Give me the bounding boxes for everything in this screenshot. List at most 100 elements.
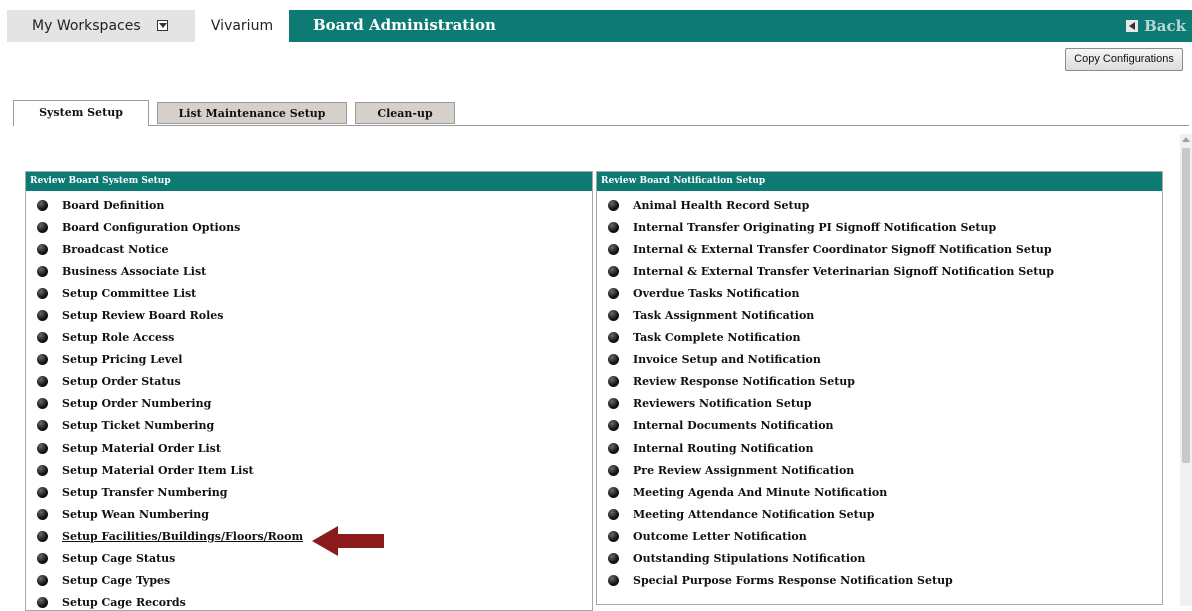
list-item-link[interactable]: Animal Health Record Setup <box>633 199 809 212</box>
list-item[interactable]: Setup Material Order Item List <box>26 459 592 481</box>
my-workspaces-label: My Workspaces <box>32 18 141 34</box>
scrollbar[interactable] <box>1180 134 1192 606</box>
list-item[interactable]: Internal Routing Notification <box>597 437 1162 459</box>
bullet-icon <box>608 442 619 454</box>
list-item[interactable]: Setup Order Status <box>26 371 592 393</box>
list-item-link[interactable]: Outcome Letter Notification <box>633 530 807 543</box>
dropdown-icon[interactable] <box>157 20 168 31</box>
list-item-link[interactable]: Reviewers Notification Setup <box>633 397 812 410</box>
bullet-icon <box>608 508 619 520</box>
list-item-link[interactable]: Internal & External Transfer Coordinator… <box>633 243 1052 256</box>
list-item[interactable]: Setup Wean Numbering <box>26 503 592 525</box>
review-board-notification-setup-panel: Review Board Notification Setup Animal H… <box>596 171 1163 605</box>
back-arrow-icon <box>1126 20 1139 32</box>
list-item[interactable]: Internal & External Transfer Veterinaria… <box>597 260 1162 282</box>
list-item-link[interactable]: Setup Review Board Roles <box>62 309 223 322</box>
list-item[interactable]: Pre Review Assignment Notification <box>597 459 1162 481</box>
bullet-icon <box>37 332 48 344</box>
list-item-link[interactable]: Setup Cage Types <box>62 574 170 587</box>
list-item[interactable]: Reviewers Notification Setup <box>597 393 1162 415</box>
list-item[interactable]: Setup Material Order List <box>26 437 592 459</box>
bullet-icon <box>37 464 48 476</box>
list-item[interactable]: Review Response Notification Setup <box>597 371 1162 393</box>
list-item-link[interactable]: Meeting Agenda And Minute Notification <box>633 486 887 499</box>
list-item-link[interactable]: Pre Review Assignment Notification <box>633 464 854 477</box>
bullet-icon <box>608 553 619 565</box>
list-item-link[interactable]: Task Assignment Notification <box>633 309 814 322</box>
list-item-link[interactable]: Board Definition <box>62 199 164 212</box>
list-item[interactable]: Animal Health Record Setup <box>597 194 1162 216</box>
list-item-link[interactable]: Setup Transfer Numbering <box>62 486 227 499</box>
list-item[interactable]: Setup Ticket Numbering <box>26 415 592 437</box>
scroll-up-icon[interactable] <box>1182 137 1190 142</box>
list-item[interactable]: Setup Facilities/Buildings/Floors/Room <box>26 525 592 547</box>
back-label: Back <box>1144 17 1186 35</box>
list-item-link[interactable]: Internal Documents Notification <box>633 419 834 432</box>
bullet-icon <box>608 398 619 410</box>
list-item[interactable]: Special Purpose Forms Response Notificat… <box>597 570 1162 592</box>
list-item-link[interactable]: Setup Ticket Numbering <box>62 419 214 432</box>
list-item[interactable]: Setup Committee List <box>26 282 592 304</box>
list-item-link[interactable]: Internal & External Transfer Veterinaria… <box>633 265 1054 278</box>
list-item[interactable]: Setup Cage Types <box>26 570 592 592</box>
list-item-link[interactable]: Setup Facilities/Buildings/Floors/Room <box>62 530 303 543</box>
list-item-link[interactable]: Board Configuration Options <box>62 221 240 234</box>
vivarium-tab[interactable]: Vivarium <box>195 10 289 42</box>
list-item[interactable]: Broadcast Notice <box>26 238 592 260</box>
copy-configurations-button[interactable]: Copy Configurations <box>1065 48 1183 71</box>
back-button[interactable]: Back <box>1126 17 1186 35</box>
list-item-link[interactable]: Outstanding Stipulations Notification <box>633 552 865 565</box>
tab-clean-up[interactable]: Clean-up <box>355 102 455 124</box>
list-item[interactable]: Outcome Letter Notification <box>597 525 1162 547</box>
list-item-link[interactable]: Business Associate List <box>62 265 206 278</box>
list-item[interactable]: Task Assignment Notification <box>597 304 1162 326</box>
list-item[interactable]: Meeting Agenda And Minute Notification <box>597 481 1162 503</box>
list-item[interactable]: Meeting Attendance Notification Setup <box>597 503 1162 525</box>
tab-system-setup[interactable]: System Setup <box>13 100 149 126</box>
page-title: Board Administration <box>313 16 496 34</box>
list-item-link[interactable]: Meeting Attendance Notification Setup <box>633 508 874 521</box>
list-item-link[interactable]: Overdue Tasks Notification <box>633 287 799 300</box>
list-item-link[interactable]: Internal Routing Notification <box>633 442 813 455</box>
list-item[interactable]: Board Configuration Options <box>26 216 592 238</box>
list-item-link[interactable]: Setup Material Order List <box>62 442 221 455</box>
list-item[interactable]: Board Definition <box>26 194 592 216</box>
list-item-link[interactable]: Setup Order Numbering <box>62 397 211 410</box>
list-item-link[interactable]: Setup Committee List <box>62 287 196 300</box>
list-item-link[interactable]: Broadcast Notice <box>62 243 169 256</box>
list-item-link[interactable]: Internal Transfer Originating PI Signoff… <box>633 221 996 234</box>
list-item[interactable]: Internal Transfer Originating PI Signoff… <box>597 216 1162 238</box>
list-item[interactable]: Overdue Tasks Notification <box>597 282 1162 304</box>
list-item[interactable]: Outstanding Stipulations Notification <box>597 548 1162 570</box>
list-item[interactable]: Internal & External Transfer Coordinator… <box>597 238 1162 260</box>
list-item-link[interactable]: Setup Material Order Item List <box>62 464 254 477</box>
bullet-icon <box>37 287 48 299</box>
scroll-thumb[interactable] <box>1182 148 1190 463</box>
list-item-link[interactable]: Setup Pricing Level <box>62 353 182 366</box>
list-item[interactable]: Setup Order Numbering <box>26 393 592 415</box>
list-item-link[interactable]: Task Complete Notification <box>633 331 800 344</box>
list-item-link[interactable]: Special Purpose Forms Response Notificat… <box>633 574 953 587</box>
list-item-link[interactable]: Setup Order Status <box>62 375 181 388</box>
list-item-link[interactable]: Setup Wean Numbering <box>62 508 209 521</box>
list-item-link[interactable]: Setup Role Access <box>62 331 174 344</box>
list-item[interactable]: Invoice Setup and Notification <box>597 349 1162 371</box>
list-item[interactable]: Setup Cage Status <box>26 548 592 570</box>
my-workspaces-tab[interactable]: My Workspaces <box>7 10 195 42</box>
bullet-icon <box>608 464 619 476</box>
list-item-link[interactable]: Setup Cage Records <box>62 596 186 609</box>
list-item[interactable]: Setup Pricing Level <box>26 349 592 371</box>
list-item[interactable]: Setup Review Board Roles <box>26 304 592 326</box>
bullet-icon <box>37 376 48 388</box>
list-item[interactable]: Task Complete Notification <box>597 327 1162 349</box>
list-item[interactable]: Setup Cage Records <box>26 592 592 610</box>
list-item[interactable]: Setup Role Access <box>26 327 592 349</box>
list-item[interactable]: Business Associate List <box>26 260 592 282</box>
list-item-link[interactable]: Invoice Setup and Notification <box>633 353 821 366</box>
list-item-link[interactable]: Review Response Notification Setup <box>633 375 855 388</box>
bullet-icon <box>608 486 619 498</box>
list-item-link[interactable]: Setup Cage Status <box>62 552 175 565</box>
list-item[interactable]: Internal Documents Notification <box>597 415 1162 437</box>
list-item[interactable]: Setup Transfer Numbering <box>26 481 592 503</box>
tab-list-maintenance-setup[interactable]: List Maintenance Setup <box>157 102 347 124</box>
